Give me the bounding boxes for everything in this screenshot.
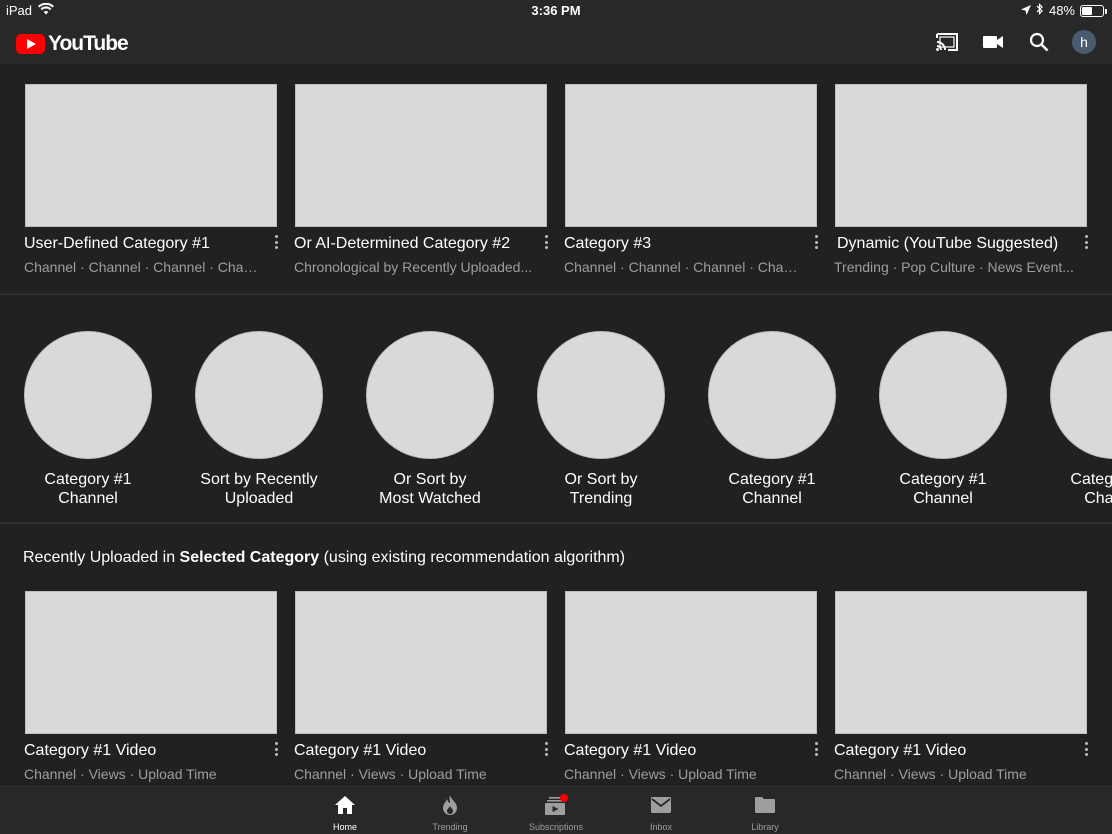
card-thumbnail[interactable] [565, 84, 817, 227]
video-thumbnail[interactable] [835, 591, 1087, 734]
tab-label: Trending [432, 822, 468, 832]
cast-icon[interactable] [934, 29, 960, 55]
circle-item[interactable]: Or Sort by Most Watched [365, 331, 495, 508]
video-title[interactable]: Category #1 Video [834, 742, 966, 760]
circle-item[interactable]: Or Sort by Trending [536, 331, 666, 508]
video-meta: Channel · Views · Upload Time [24, 766, 217, 782]
card-thumbnail[interactable] [25, 84, 277, 227]
more-options-icon[interactable] [1083, 235, 1089, 249]
library-icon [725, 793, 805, 817]
circle-label: Sort by Recently Uploaded [200, 471, 318, 507]
play-logo-icon [16, 34, 45, 54]
card-meta: Channel · Channel · Channel · Channel [564, 259, 804, 275]
video-thumbnail[interactable] [295, 591, 547, 734]
category-card[interactable]: Dynamic (YouTube Suggested) Trending · P… [834, 84, 1088, 275]
battery-percent: 48% [1048, 3, 1075, 18]
circle-thumbnail[interactable] [24, 331, 152, 459]
bottom-tab-bar: Home Trending Subscriptions Inbox Librar… [0, 786, 1112, 834]
card-title[interactable]: Category #3 [564, 235, 651, 253]
circle-label: Or Sort by Most Watched [379, 471, 481, 507]
circle-label: Category #1Channel [899, 471, 987, 507]
circle-thumbnail[interactable] [366, 331, 494, 459]
circle-item[interactable]: Category #1Channel [23, 331, 153, 508]
circle-thumbnail[interactable] [879, 331, 1007, 459]
circle-label: Category #1Channel [44, 471, 132, 507]
circle-thumbnail[interactable] [708, 331, 836, 459]
logo-text: YouTube [48, 32, 129, 55]
tab-inbox[interactable]: Inbox [621, 793, 701, 832]
video-title[interactable]: Category #1 Video [294, 742, 426, 760]
card-thumbnail[interactable] [295, 84, 547, 227]
tab-home[interactable]: Home [305, 793, 385, 832]
circle-thumbnail[interactable] [195, 331, 323, 459]
status-bar: iPad 3:36 PM 48% [0, 0, 1112, 22]
subscriptions-icon [516, 793, 596, 817]
tab-label: Inbox [649, 822, 673, 832]
circle-thumbnail[interactable] [1050, 331, 1112, 459]
search-icon[interactable] [1026, 29, 1052, 55]
card-title[interactable]: User-Defined Category #1 [24, 235, 210, 253]
tab-subscriptions[interactable]: Subscriptions [516, 793, 596, 832]
more-options-icon[interactable] [813, 742, 819, 756]
category-card[interactable]: User-Defined Category #1 Channel · Chann… [24, 84, 278, 275]
selected-category-label: Selected Category [179, 549, 320, 566]
divider [0, 293, 1112, 295]
video-thumbnail[interactable] [25, 591, 277, 734]
partial-circle-clip: Category #1Channel [1049, 331, 1112, 521]
card-thumbnail[interactable] [835, 84, 1087, 227]
location-icon [1020, 3, 1031, 18]
video-thumbnail[interactable] [565, 591, 817, 734]
video-card[interactable]: Category #1 Video Channel · Views · Uplo… [294, 591, 548, 782]
video-meta: Channel · Views · Upload Time [564, 766, 757, 782]
battery-icon [1080, 4, 1107, 17]
app-header: YouTube h [0, 22, 1112, 64]
video-card[interactable]: Category #1 Video Channel · Views · Uplo… [834, 591, 1088, 782]
youtube-logo[interactable]: YouTube [16, 32, 129, 56]
circle-item[interactable]: Sort by Recently Uploaded [194, 331, 324, 508]
circle-label: Category #1Channel [1070, 471, 1112, 507]
more-options-icon[interactable] [273, 235, 279, 249]
more-options-icon[interactable] [1083, 742, 1089, 756]
video-card[interactable]: Category #1 Video Channel · Views · Uplo… [24, 591, 278, 782]
flame-icon [410, 793, 490, 817]
card-meta: Chronological by Recently Uploaded... [294, 259, 533, 275]
bluetooth-icon [1036, 3, 1044, 18]
card-meta: Trending · Pop Culture · News Event... [834, 259, 1074, 275]
status-time: 3:36 PM [531, 3, 581, 18]
video-title[interactable]: Category #1 Video [24, 742, 156, 760]
inbox-icon [621, 793, 701, 817]
more-options-icon[interactable] [543, 742, 549, 756]
category-card[interactable]: Or AI-Determined Category #2 Chronologic… [294, 84, 548, 275]
divider [0, 522, 1112, 524]
circle-thumbnail[interactable] [537, 331, 665, 459]
circle-label: Category #1Channel [728, 471, 816, 507]
circle-item[interactable]: Category #1Channel [1049, 331, 1112, 508]
tab-label: Library [751, 822, 779, 832]
more-options-icon[interactable] [273, 742, 279, 756]
avatar[interactable]: h [1072, 30, 1096, 54]
circle-label: Or Sort by Trending [564, 471, 638, 507]
tab-trending[interactable]: Trending [410, 793, 490, 832]
circle-item[interactable]: Category #1Channel [707, 331, 837, 508]
video-card[interactable]: Category #1 Video Channel · Views · Uplo… [564, 591, 818, 782]
card-title[interactable]: Dynamic (YouTube Suggested) [837, 235, 1058, 253]
circle-item[interactable]: Category #1Channel [878, 331, 1008, 508]
tab-label: Subscriptions [528, 822, 584, 832]
card-title[interactable]: Or AI-Determined Category #2 [294, 235, 510, 253]
more-options-icon[interactable] [813, 235, 819, 249]
video-camera-icon[interactable] [980, 29, 1006, 55]
section-heading: Recently Uploaded in Selected Category (… [23, 549, 626, 566]
home-icon [305, 793, 385, 817]
video-title[interactable]: Category #1 Video [564, 742, 696, 760]
tab-library[interactable]: Library [725, 793, 805, 832]
category-card[interactable]: Category #3 Channel · Channel · Channel … [564, 84, 818, 275]
video-meta: Channel · Views · Upload Time [834, 766, 1027, 782]
more-options-icon[interactable] [543, 235, 549, 249]
tab-label: Home [332, 822, 357, 832]
card-meta: Channel · Channel · Channel · Channel [24, 259, 264, 275]
video-meta: Channel · Views · Upload Time [294, 766, 487, 782]
